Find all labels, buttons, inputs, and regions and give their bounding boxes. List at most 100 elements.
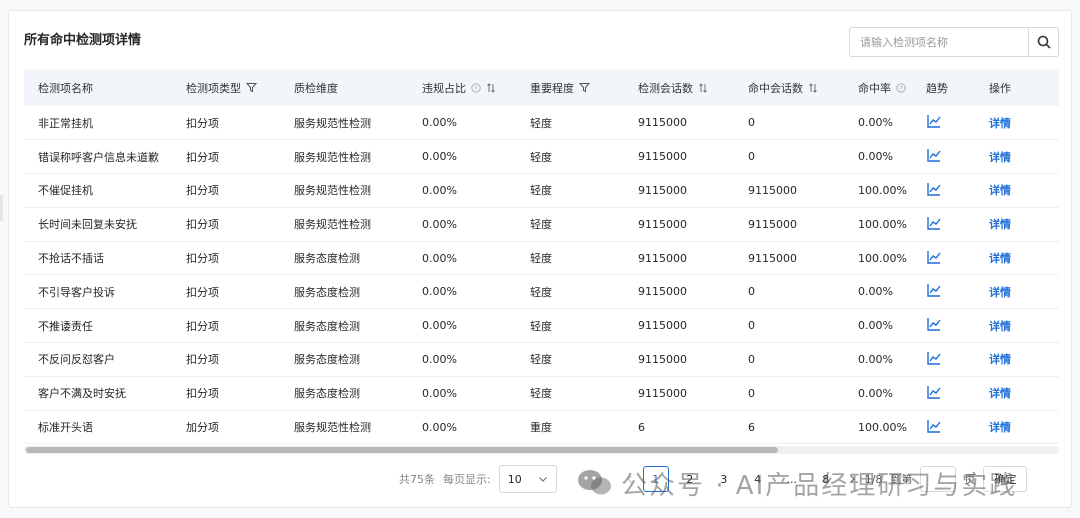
filter-icon[interactable] [579,82,590,93]
table-row: 非正常挂机 扣分项 服务规范性检测 0.00% 轻度 9115000 0 0.00% 详情 [24,106,1059,140]
detail-link[interactable]: 详情 [989,387,1011,400]
cell-sessions: 6 [638,420,645,434]
trend-button[interactable] [926,350,942,366]
cell-level: 轻度 [530,252,552,266]
cell-ratio: 0.00% [422,352,457,366]
detail-link[interactable]: 详情 [989,320,1011,333]
trend-button[interactable] [926,282,942,298]
goto-page-input[interactable] [920,466,957,492]
col-header-dimension: 质检维度 [294,81,338,95]
col-header-trend: 趋势 [912,69,975,106]
page-8[interactable]: 8 [813,466,839,492]
sort-icon[interactable] [698,82,708,93]
confirm-button[interactable]: 确定 [983,466,1028,492]
col-header-type[interactable]: 检测项类型 [172,69,280,106]
cell-trend [912,309,975,343]
sort-icon[interactable] [808,82,818,93]
cell-name: 不推诿责任 [38,319,93,333]
cell-action: 详情 [975,140,1059,174]
trend-button[interactable] [926,316,942,332]
page-of: 1/8 [864,472,883,486]
trend-button[interactable] [926,215,942,231]
cell-rate: 0.00% [858,386,893,400]
cell-hits: 0 [748,319,755,333]
col-header-level[interactable]: 重要程度 [516,69,624,106]
search-input[interactable] [850,28,1028,56]
page-1[interactable]: 1 [642,466,669,492]
trend-button[interactable] [926,181,942,197]
page-3[interactable]: 3 [711,466,737,492]
trend-line-icon [927,284,941,298]
cell-dimension: 服务规范性检测 [294,184,371,198]
cell-action: 详情 [975,343,1059,377]
col-header-rate[interactable]: 命中率 ? [844,69,912,106]
detail-link[interactable]: 详情 [989,218,1011,231]
detail-link[interactable]: 详情 [989,184,1011,197]
chevron-left-icon[interactable] [625,474,635,484]
cell-trend [912,241,975,275]
cell-name: 不催促挂机 [38,184,93,198]
sort-icon[interactable] [486,82,496,93]
detection-table: 检测项名称 检测项类型 质检维度 违规占比 ? 重要程度 检测会话数 命中会话数… [24,69,1059,444]
cell-dimension: 服务态度检测 [294,319,360,333]
cell-level: 轻度 [530,285,552,299]
cell-trend [912,343,975,377]
cell-sessions: 9115000 [638,319,687,333]
page-2[interactable]: 2 [677,466,703,492]
trend-button[interactable] [926,147,942,163]
page-unit: 页 [964,473,976,486]
chevron-right-icon[interactable] [847,474,857,484]
cell-dimension: 服务规范性检测 [294,218,371,232]
scrollbar-thumb[interactable] [26,447,778,453]
cell-name: 非正常挂机 [38,116,93,130]
cell-ratio: 0.00% [422,183,457,197]
table-container: 检测项名称 检测项类型 质检维度 违规占比 ? 重要程度 检测会话数 命中会话数… [24,69,1059,445]
horizontal-scrollbar[interactable] [24,446,1059,454]
cell-rate: 0.00% [858,116,893,130]
table-row: 标准开头语 加分项 服务规范性检测 0.00% 重度 6 6 100.00% 详情 [24,410,1059,444]
detail-link[interactable]: 详情 [989,286,1011,299]
page-size-select[interactable]: 10 [498,465,557,493]
col-header-hits[interactable]: 命中会话数 [734,69,844,106]
table-row: 不抢话不插话 扣分项 服务态度检测 0.00% 轻度 9115000 9115000 100.… [24,241,1059,275]
trend-button[interactable] [926,113,942,129]
detail-link[interactable]: 详情 [989,252,1011,265]
table-row: 客户不满及时安抚 扣分项 服务态度检测 0.00% 轻度 9115000 0 0.00% 详情 [24,376,1059,411]
cell-trend [912,410,975,444]
cell-rate: 0.00% [858,352,893,366]
trend-line-icon [927,182,941,196]
col-header-ratio[interactable]: 违规占比 ? [408,69,516,106]
detail-link[interactable]: 详情 [989,421,1011,434]
detail-link[interactable]: 详情 [989,117,1011,130]
cell-ratio: 0.00% [422,386,457,400]
trend-line-icon [927,115,941,128]
trend-button[interactable] [926,384,942,400]
page-4[interactable]: 4 [745,466,771,492]
trend-line-icon [927,216,941,230]
table-row: 不推诿责任 扣分项 服务态度检测 0.00% 轻度 9115000 0 0.00% 详情 [24,309,1059,343]
cell-dimension: 服务态度检测 [294,353,360,367]
detail-link[interactable]: 详情 [989,151,1011,164]
cell-trend [912,174,975,208]
cell-level: 轻度 [530,218,552,232]
sort-icon[interactable] [911,83,912,93]
cell-type: 加分项 [186,421,219,435]
side-edge-mark [0,195,3,221]
cell-ratio: 0.00% [422,150,457,164]
search-button[interactable] [1028,28,1058,56]
cell-name: 不反问反怼客户 [38,353,115,367]
filter-icon[interactable] [246,82,257,93]
cell-type: 扣分项 [186,319,219,333]
col-header-sessions[interactable]: 检测会话数 [624,69,734,106]
trend-line-icon [927,351,941,365]
cell-rate: 0.00% [858,285,893,299]
page-ellipsis[interactable]: ... [779,466,805,492]
cell-type: 扣分项 [186,285,219,299]
trend-button[interactable] [926,249,942,265]
svg-text:?: ? [474,84,477,92]
trend-button[interactable] [926,418,942,434]
cell-name: 长时间未回复未安抚 [38,218,137,232]
detail-link[interactable]: 详情 [989,353,1011,366]
cell-action: 详情 [975,275,1059,309]
table-row: 错误称呼客户信息未道歉 扣分项 服务规范性检测 0.00% 轻度 9115000 0 0.00… [24,140,1059,174]
